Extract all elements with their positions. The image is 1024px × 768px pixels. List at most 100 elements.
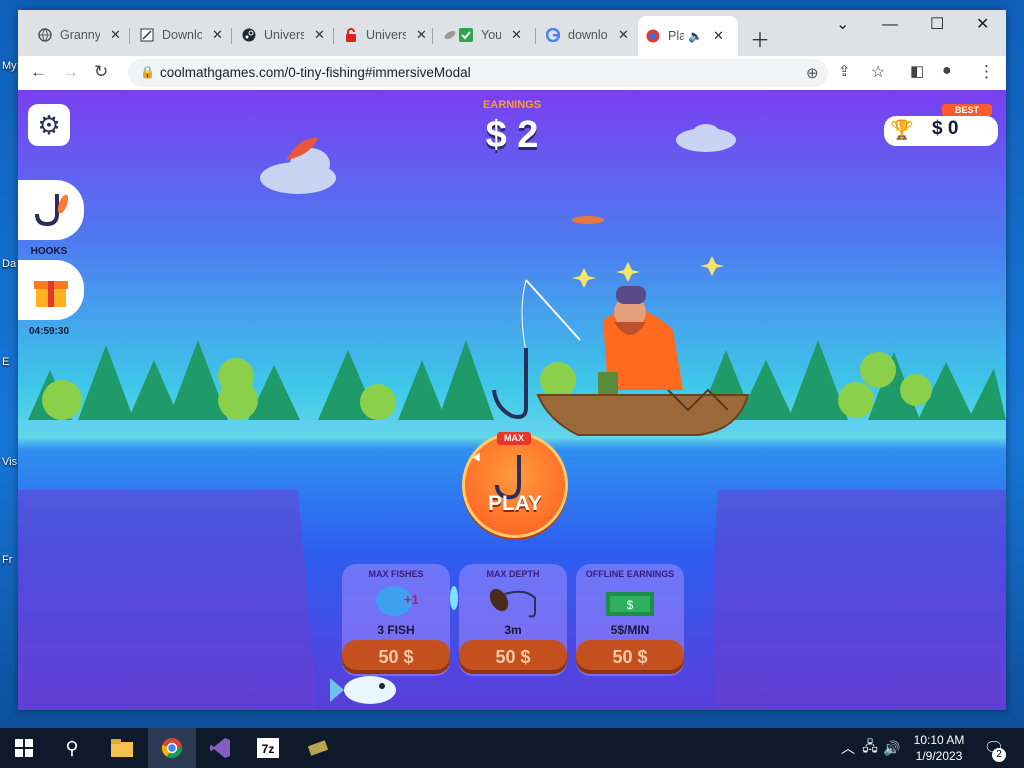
desktop-icon-label[interactable]: Da	[2, 258, 16, 270]
side-panel-icon[interactable]: ◧	[910, 62, 924, 80]
fisherman	[598, 286, 683, 394]
close-tab-icon[interactable]: ✕	[618, 27, 629, 43]
zoom-icon[interactable]: ⊕	[806, 64, 819, 82]
desktop-icon-label[interactable]: My	[2, 60, 17, 72]
notification-count: 2	[992, 748, 1006, 762]
browser-toolbar: ← → ↻ 🔒 coolmathgames.com/0-tiny-fishing…	[18, 56, 1006, 91]
upgrade-cost[interactable]: 50 $	[576, 647, 684, 668]
hooks-button[interactable]	[18, 180, 84, 240]
new-tab-button[interactable]: ＋	[750, 24, 770, 53]
lock-red-icon	[344, 28, 358, 42]
visual-studio-icon[interactable]	[208, 736, 232, 760]
google-icon	[545, 27, 561, 43]
close-tab-icon[interactable]: ✕	[416, 27, 427, 43]
clock-time: 10:10 AM	[913, 733, 965, 747]
tab-download[interactable]: Downlo ✕	[132, 22, 223, 48]
menu-kebab-icon[interactable]: ⋮	[978, 62, 995, 82]
tab-youtube[interactable]: You ✕	[435, 22, 522, 48]
windows-start-icon[interactable]	[12, 736, 36, 760]
url-text[interactable]: coolmathgames.com/0-tiny-fishing#immersi…	[160, 65, 471, 80]
reload-icon[interactable]: ↻	[94, 62, 108, 82]
cash-icon: $	[606, 592, 654, 616]
file-explorer-icon[interactable]	[110, 736, 134, 760]
hook-icon	[35, 194, 69, 227]
tab-title: Univers	[366, 28, 406, 42]
chrome-icon[interactable]	[160, 736, 184, 760]
upgrade-cost[interactable]: 50 $	[342, 647, 450, 668]
minimize-button[interactable]: —	[882, 16, 898, 34]
svg-text:7z: 7z	[262, 742, 275, 756]
close-tab-icon[interactable]: ✕	[713, 28, 724, 44]
system-clock[interactable]: 10:10 AM 1/9/2023	[904, 732, 974, 764]
download-page-icon	[140, 28, 154, 42]
upgrade-value: 3m	[504, 623, 522, 637]
share-icon[interactable]: ⇪	[838, 62, 851, 80]
play-button[interactable]	[462, 432, 568, 538]
earnings-label: EARNINGS	[482, 99, 542, 111]
close-tab-icon[interactable]: ✕	[314, 27, 325, 43]
lure-hook-icon	[489, 588, 536, 618]
close-tab-icon[interactable]: ✕	[511, 27, 522, 43]
volume-icon[interactable]: 🔊	[880, 736, 904, 760]
seabed-right	[713, 490, 1006, 710]
lock-icon[interactable]: 🔒	[140, 65, 155, 79]
forward-icon[interactable]: →	[62, 62, 79, 82]
satellite-icon	[443, 28, 457, 42]
back-icon[interactable]: ←	[30, 62, 47, 82]
hooks-label: HOOKS	[30, 246, 68, 257]
gift-button[interactable]	[18, 260, 84, 320]
maximize-button[interactable]: ☐	[930, 14, 944, 34]
tab-title: Downlo	[162, 28, 202, 42]
clock-date: 1/9/2023	[915, 749, 963, 763]
gift-timer: 04:59:30	[28, 326, 70, 337]
desktop-icon-label[interactable]: Vis	[2, 456, 17, 468]
upgrade-title: MAX FISHES	[368, 569, 424, 579]
speaker-icon[interactable]: 🔈	[688, 29, 703, 43]
desktop-icon-label[interactable]: Fr	[2, 554, 12, 566]
play-label[interactable]: PLAY	[462, 492, 568, 516]
game-canvas[interactable]: ⚙ HOOKS 04:59:30 EARNINGS $ 2 BEST 🏆 $ 0…	[18, 90, 1006, 710]
close-tab-icon[interactable]: ✕	[110, 27, 121, 43]
close-tab-icon[interactable]: ✕	[212, 27, 223, 43]
tab-play-active[interactable]: Pla 🔈 ✕	[638, 16, 738, 56]
network-icon[interactable]: 🖧	[858, 736, 882, 760]
app-tool-icon[interactable]	[306, 736, 330, 760]
settings-gear-icon[interactable]: ⚙	[28, 104, 70, 146]
search-icon[interactable]: ⚲	[60, 736, 84, 760]
sparkle-stars	[572, 256, 724, 288]
tab-separator	[129, 28, 130, 44]
checkmark-green-icon	[459, 28, 473, 42]
tab-steam[interactable]: Univers ✕	[234, 22, 325, 48]
desktop-icon-label[interactable]: E	[2, 356, 9, 368]
tab-google[interactable]: downlo ✕	[538, 22, 629, 48]
upgrade-max-fishes[interactable]: MAX FISHES +1 3 FISH 50 $	[342, 564, 450, 676]
fishing-line	[521, 279, 527, 353]
tab-title: You	[481, 28, 501, 42]
steam-icon	[242, 28, 256, 42]
upgrade-offline-earnings[interactable]: OFFLINE EARNINGS $ 5$/MIN 50 $	[576, 564, 684, 676]
tab-separator	[231, 28, 232, 44]
tab-separator	[333, 28, 334, 44]
upgrade-value: 5$/MIN	[610, 623, 650, 637]
best-value: $ 0	[932, 118, 959, 139]
upgrade-extra: +1	[404, 592, 419, 607]
address-bar[interactable]: 🔒 coolmathgames.com/0-tiny-fishing#immer…	[128, 59, 828, 87]
taskbar: ⚲ 7z ︿ 🖧 🔊 10:10 AM 1/9/2023 🗨 2	[0, 728, 1024, 768]
profile-avatar-icon[interactable]: ●	[942, 62, 952, 80]
upgrade-value: 3 FISH	[377, 623, 415, 637]
max-tag: MAX	[497, 432, 531, 445]
tab-search-icon[interactable]: ⌄	[836, 14, 849, 34]
bookmark-star-icon[interactable]: ☆	[871, 62, 885, 82]
svg-text:$: $	[627, 598, 634, 612]
small-fish	[450, 586, 458, 610]
tab-title: Univers	[264, 28, 304, 42]
hook-icon	[492, 348, 528, 419]
upgrade-max-depth[interactable]: MAX DEPTH 3m 50 $	[459, 564, 567, 676]
tab-lock[interactable]: Univers ✕	[336, 22, 427, 48]
browser-window: Granny ✕ Downlo ✕ Univers ✕ Univers ✕ Yo…	[18, 10, 1006, 710]
upgrade-cost[interactable]: 50 $	[459, 647, 567, 668]
chevron-up-icon[interactable]: ︿	[836, 736, 860, 760]
7zip-icon[interactable]: 7z	[256, 736, 280, 760]
close-window-button[interactable]: ✕	[976, 14, 989, 34]
tab-granny[interactable]: Granny ✕	[30, 22, 121, 48]
